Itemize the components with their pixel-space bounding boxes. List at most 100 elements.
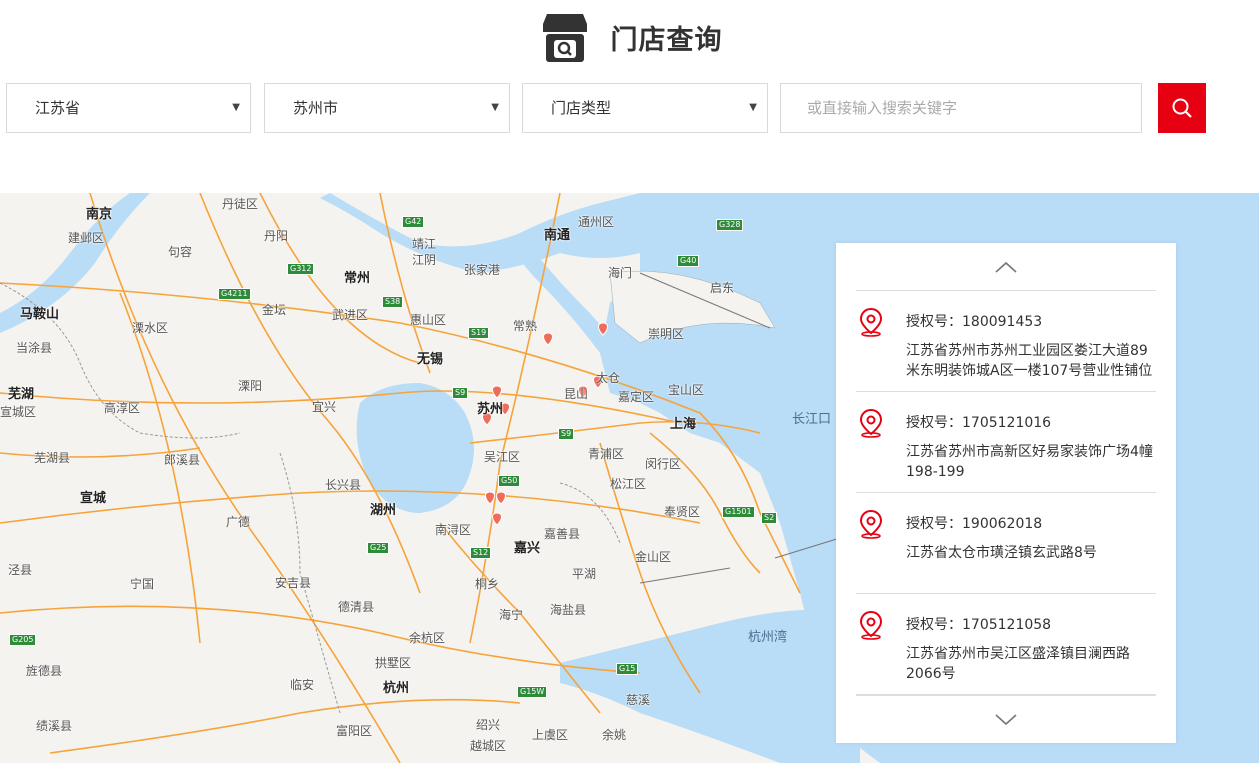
chevron-down-icon: ▼ [491, 102, 499, 113]
map-label: 嘉善县 [544, 527, 581, 541]
map-label: 上海 [670, 417, 697, 432]
store-address: 江苏省苏州市高新区好易家装饰广场4幢198-199 [906, 444, 1153, 480]
map-label: 启东 [710, 281, 735, 295]
store-address: 江苏省苏州市苏州工业园区娄江大道89米东明装饰城A区一楼107号营业性铺位 [906, 343, 1153, 379]
chevron-down-icon [995, 713, 1017, 725]
map-label: 越城区 [470, 739, 507, 753]
chevron-down-icon: ▼ [232, 102, 240, 113]
map-label: 丹徒区 [222, 197, 259, 211]
province-select[interactable]: 江苏省 ▼ [6, 83, 251, 133]
store-license: 授权号：1705121058 [906, 617, 1052, 633]
map-label: 芜湖 [8, 387, 35, 402]
map-label: 当涂县 [16, 341, 53, 355]
map-label: 金坛 [262, 303, 287, 317]
highway-badge: G40 [677, 255, 700, 267]
chevron-down-icon: ▼ [749, 102, 757, 113]
map-label: 江阴 [412, 253, 437, 267]
map-label: 吴江区 [484, 450, 521, 464]
location-pin-icon [859, 408, 883, 438]
scroll-up-button[interactable] [856, 243, 1156, 291]
map-label: 宁国 [130, 577, 155, 591]
map-label: 奉贤区 [664, 505, 701, 519]
map-label: 惠山区 [410, 313, 447, 327]
map-label: 溧阳 [238, 379, 263, 393]
map-label: 句容 [168, 245, 193, 259]
map-label: 张家港 [464, 263, 501, 277]
map-label: 海宁 [499, 608, 524, 622]
highway-badge: G25 [367, 542, 390, 554]
map-label: 长兴县 [325, 478, 362, 492]
store-list-panel: 授权号：180091453 江苏省苏州市苏州工业园区娄江大道89米东明装饰城A区… [836, 243, 1176, 743]
highway-badge: S12 [470, 547, 492, 559]
map-label: 南浔区 [435, 523, 472, 537]
store-license: 授权号：190062018 [906, 516, 1043, 532]
location-pin-icon [859, 307, 883, 337]
province-value: 江苏省 [35, 99, 81, 117]
map-label: 崇明区 [648, 327, 685, 341]
highway-badge: G4211 [218, 288, 251, 300]
highway-badge: S38 [382, 296, 404, 308]
map-label: 海门 [608, 266, 633, 280]
map-label: 芜湖县 [34, 451, 71, 465]
map-label: 绩溪县 [36, 719, 73, 733]
map-label: 杭州 [383, 681, 410, 696]
map-label: 安吉县 [275, 576, 312, 590]
map-label: 宜兴 [312, 400, 337, 414]
map-label: 绍兴 [476, 718, 501, 732]
page-header: 门店查询 [0, 0, 1259, 75]
store-license: 授权号：180091453 [906, 314, 1043, 330]
map-label: 南通 [544, 228, 571, 243]
highway-badge: G328 [716, 219, 744, 231]
highway-badge: G50 [498, 475, 521, 487]
highway-badge: G312 [287, 263, 315, 275]
store-item[interactable]: 授权号：180091453 江苏省苏州市苏州工业园区娄江大道89米东明装饰城A区… [856, 291, 1156, 392]
store-address: 江苏省太仓市璜泾镇玄武路8号 [906, 545, 1097, 561]
highway-badge: G1501 [722, 506, 755, 518]
map-label: 泾县 [8, 563, 33, 577]
search-input[interactable]: 或直接输入搜索关键字 [780, 83, 1142, 133]
map-label: 常州 [344, 271, 371, 286]
map-label: 建邺区 [68, 231, 105, 245]
city-value: 苏州市 [293, 99, 339, 117]
map-label: 临安 [290, 678, 315, 692]
map-label: 余杭区 [409, 631, 446, 645]
scroll-down-button[interactable] [856, 695, 1156, 743]
chevron-up-icon [995, 261, 1017, 273]
search-button[interactable] [1158, 83, 1206, 133]
city-select[interactable]: 苏州市 ▼ [264, 83, 510, 133]
search-icon [1172, 98, 1192, 118]
highway-badge: S19 [468, 327, 490, 339]
highway-badge: G42 [402, 216, 425, 228]
map-label: 丹阳 [264, 229, 289, 243]
map-label: 平湖 [572, 567, 597, 581]
store-item[interactable]: 授权号：1705121058 江苏省苏州市吴江区盛泽镇目澜西路2066号 [856, 594, 1156, 695]
map-label: 昆山 [564, 387, 589, 401]
map-label: 宣城区 [0, 405, 37, 419]
store-address: 江苏省苏州市吴江区盛泽镇目澜西路2066号 [906, 646, 1130, 682]
store-item[interactable]: 授权号：1705121016 江苏省苏州市高新区好易家装饰广场4幢198-199 [856, 392, 1156, 493]
map-label: 宝山区 [668, 383, 705, 397]
highway-badge: G15 [616, 663, 639, 675]
map-label: 高淳区 [104, 401, 141, 415]
map-label: 杭州湾 [748, 630, 788, 645]
map-label: 湖州 [370, 503, 397, 518]
map-label: 富阳区 [336, 724, 373, 738]
map-label: 苏州 [477, 402, 504, 417]
page-title: 门店查询 [610, 25, 723, 56]
highway-badge: G205 [9, 634, 37, 646]
highway-badge: G15W [517, 686, 548, 698]
map-label: 德清县 [338, 600, 375, 614]
highway-badge: S2 [761, 512, 778, 524]
map-label: 余姚 [602, 728, 627, 742]
map-label: 青浦区 [588, 447, 625, 461]
location-pin-icon [859, 610, 883, 640]
map-label: 嘉兴 [514, 541, 541, 556]
store-item[interactable]: 授权号：190062018 江苏省太仓市璜泾镇玄武路8号 [856, 493, 1156, 594]
map-label: 郎溪县 [164, 453, 201, 467]
map-label: 无锡 [417, 352, 444, 367]
map-label: 闵行区 [645, 457, 682, 471]
map-label: 上虞区 [532, 728, 569, 742]
map-label: 通州区 [578, 215, 615, 229]
map-label: 桐乡 [475, 577, 500, 591]
store-type-select[interactable]: 门店类型 ▼ [522, 83, 768, 133]
